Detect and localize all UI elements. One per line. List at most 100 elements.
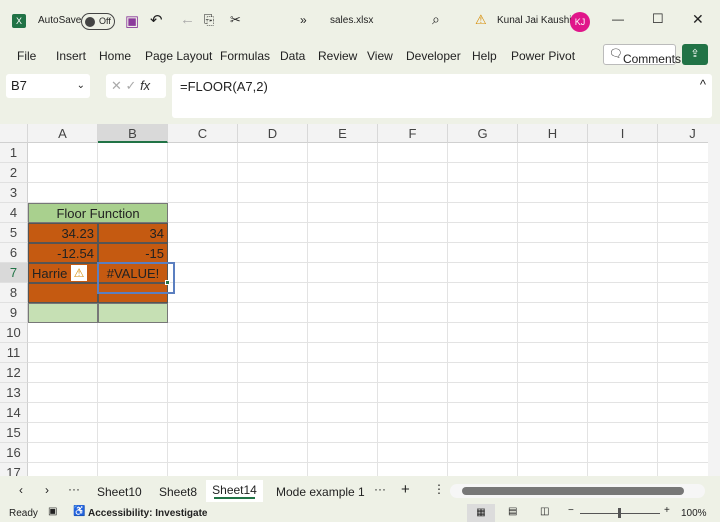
cell-A14[interactable]	[28, 403, 98, 423]
next-sheet-icon[interactable]: ›	[45, 483, 49, 497]
cell-C10[interactable]	[168, 323, 238, 343]
cell-D10[interactable]	[238, 323, 308, 343]
cell-I17[interactable]	[588, 463, 658, 476]
cell-A10[interactable]	[28, 323, 98, 343]
cell-H7[interactable]	[518, 263, 588, 283]
cell-A2[interactable]	[28, 163, 98, 183]
cell-C16[interactable]	[168, 443, 238, 463]
cell-H17[interactable]	[518, 463, 588, 476]
zoom-slider[interactable]: − +	[568, 505, 672, 518]
cell-F9[interactable]	[378, 303, 448, 323]
select-all[interactable]	[0, 124, 28, 143]
menu-formulas[interactable]: Formulas	[220, 49, 270, 63]
row-header-16[interactable]: 16	[0, 443, 28, 463]
cell-I8[interactable]	[588, 283, 658, 303]
cell-F11[interactable]	[378, 343, 448, 363]
menu-power-pivot[interactable]: Power Pivot	[511, 49, 575, 63]
maximize-icon[interactable]: ☐	[652, 11, 664, 27]
cell-D17[interactable]	[238, 463, 308, 476]
cell-C5[interactable]	[168, 223, 238, 243]
cell-B13[interactable]	[98, 383, 168, 403]
cell-I3[interactable]	[588, 183, 658, 203]
cell-I13[interactable]	[588, 383, 658, 403]
cell-b6[interactable]: -15	[98, 243, 168, 263]
filename[interactable]: sales.xlsx	[330, 15, 373, 26]
cancel-icon[interactable]: ✕	[111, 78, 122, 93]
cell-G7[interactable]	[448, 263, 518, 283]
cell-E1[interactable]	[308, 143, 378, 163]
cell-G10[interactable]	[448, 323, 518, 343]
more-commands-icon[interactable]: »	[300, 13, 307, 27]
row-header-12[interactable]: 12	[0, 363, 28, 383]
cell-b5[interactable]: 34	[98, 223, 168, 243]
row-header-8[interactable]: 8	[0, 283, 28, 303]
cell-E8[interactable]	[308, 283, 378, 303]
cell-E16[interactable]	[308, 443, 378, 463]
menu-file[interactable]: File	[17, 49, 36, 63]
cell-E14[interactable]	[308, 403, 378, 423]
cell-I12[interactable]	[588, 363, 658, 383]
cell-C14[interactable]	[168, 403, 238, 423]
cell-C1[interactable]	[168, 143, 238, 163]
menu-help[interactable]: Help	[472, 49, 497, 63]
cell-D7[interactable]	[238, 263, 308, 283]
row-header-2[interactable]: 2	[0, 163, 28, 183]
cell-a9[interactable]	[28, 303, 98, 323]
page-break-view-icon[interactable]: ◫	[540, 506, 549, 517]
cell-E4[interactable]	[308, 203, 378, 223]
cell-F5[interactable]	[378, 223, 448, 243]
minimize-icon[interactable]: —	[612, 12, 624, 26]
cell-a7[interactable]: Harrie	[28, 263, 98, 283]
cell-a8[interactable]	[28, 283, 98, 303]
cell-H1[interactable]	[518, 143, 588, 163]
cell-J8[interactable]	[658, 283, 708, 303]
menu-insert[interactable]: Insert	[56, 49, 86, 63]
redo-icon[interactable]: ←	[180, 11, 195, 28]
cell-C15[interactable]	[168, 423, 238, 443]
cell-B15[interactable]	[98, 423, 168, 443]
add-sheet-icon[interactable]: +	[401, 481, 410, 498]
cell-C13[interactable]	[168, 383, 238, 403]
cell-I10[interactable]	[588, 323, 658, 343]
chevron-down-icon[interactable]: ⌄	[77, 74, 85, 98]
cell-F7[interactable]	[378, 263, 448, 283]
column-header-e[interactable]: E	[308, 124, 378, 143]
menu-home[interactable]: Home	[99, 49, 131, 63]
name-box[interactable]: B7 ⌄	[6, 74, 90, 98]
cell-E11[interactable]	[308, 343, 378, 363]
cell-I11[interactable]	[588, 343, 658, 363]
column-header-c[interactable]: C	[168, 124, 238, 143]
cell-I15[interactable]	[588, 423, 658, 443]
tab-mode-example-1[interactable]: Mode example 1	[276, 485, 365, 499]
cell-J12[interactable]	[658, 363, 708, 383]
fill-handle[interactable]	[165, 280, 170, 285]
row-header-10[interactable]: 10	[0, 323, 28, 343]
more-sheets-right-icon[interactable]: ···	[374, 482, 386, 496]
save-icon[interactable]: ▣	[125, 12, 139, 30]
vertical-scrollbar[interactable]	[708, 124, 720, 476]
cell-B3[interactable]	[98, 183, 168, 203]
cell-D15[interactable]	[238, 423, 308, 443]
horizontal-scrollbar[interactable]	[450, 484, 705, 498]
cell-H2[interactable]	[518, 163, 588, 183]
cell-F14[interactable]	[378, 403, 448, 423]
cell-G8[interactable]	[448, 283, 518, 303]
cell-G14[interactable]	[448, 403, 518, 423]
cell-E3[interactable]	[308, 183, 378, 203]
collapse-icon[interactable]: ^	[700, 77, 706, 92]
cell-A11[interactable]	[28, 343, 98, 363]
cell-E9[interactable]	[308, 303, 378, 323]
cell-F16[interactable]	[378, 443, 448, 463]
cell-J4[interactable]	[658, 203, 708, 223]
row-header-7[interactable]: 7	[0, 263, 28, 283]
cell-A3[interactable]	[28, 183, 98, 203]
accessibility-icon[interactable]: ♿	[73, 506, 85, 517]
cell-F12[interactable]	[378, 363, 448, 383]
cell-G9[interactable]	[448, 303, 518, 323]
cell-C2[interactable]	[168, 163, 238, 183]
cell-D9[interactable]	[238, 303, 308, 323]
cell-J15[interactable]	[658, 423, 708, 443]
cell-D3[interactable]	[238, 183, 308, 203]
cell-H12[interactable]	[518, 363, 588, 383]
autosave-toggle[interactable]: Off	[81, 13, 115, 30]
